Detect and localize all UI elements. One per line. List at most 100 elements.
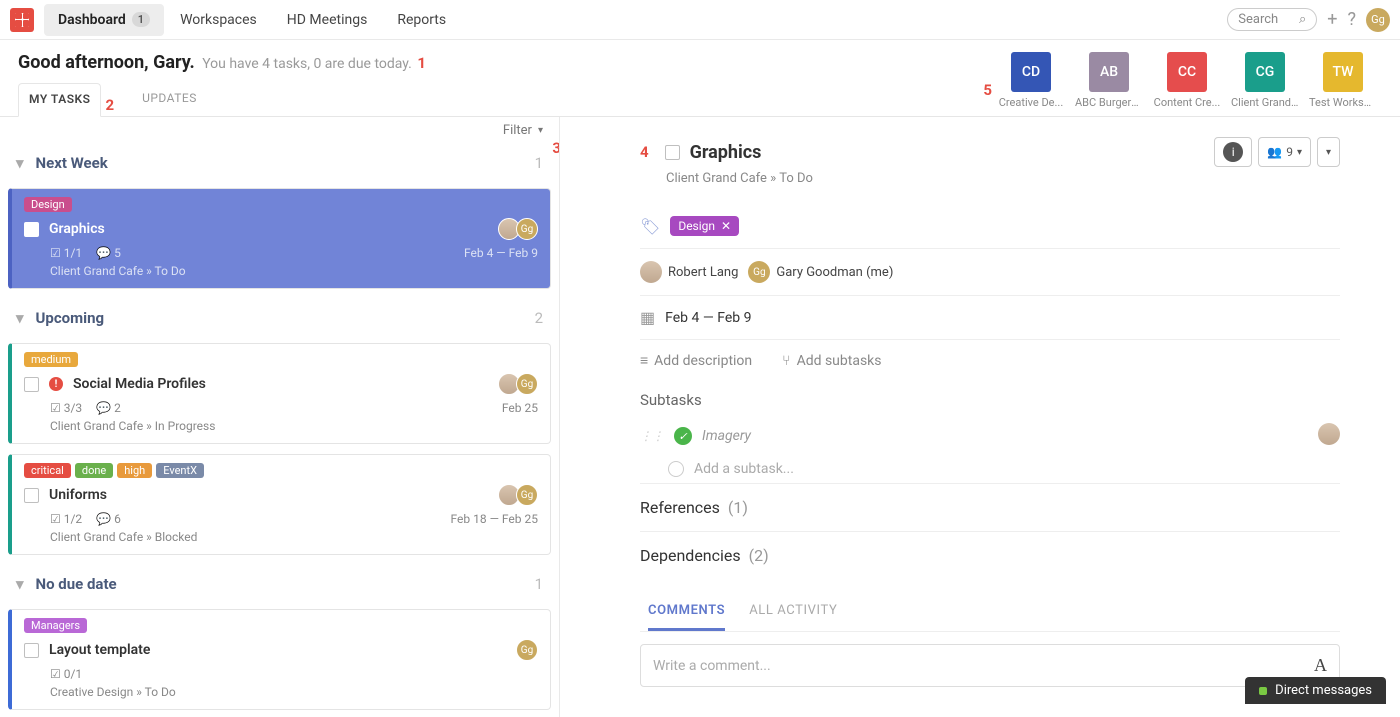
avatar: Gg: [516, 373, 538, 395]
avatar: Gg: [748, 261, 770, 283]
task-checkbox[interactable]: [665, 145, 680, 160]
add-description-button[interactable]: ≡Add description: [640, 352, 752, 369]
nav-tab-meetings[interactable]: HD Meetings: [273, 4, 382, 36]
workspace-tile[interactable]: CDCreative De...: [998, 52, 1064, 109]
chevron-down-icon: ▾: [16, 575, 24, 593]
tags-row: 🏷 Design ✕: [640, 204, 1340, 249]
tab-comments[interactable]: COMMENTS: [648, 593, 725, 631]
task-checkbox[interactable]: [24, 377, 39, 392]
search-icon: ⌕: [1299, 12, 1306, 27]
task-breadcrumb[interactable]: Client Grand Cafe » To Do: [666, 171, 1340, 186]
task-checkbox[interactable]: [24, 222, 39, 237]
ws-tile-box: AB: [1089, 52, 1129, 92]
search-input[interactable]: Search ⌕: [1227, 8, 1317, 31]
task-title: Social Media Profiles: [73, 376, 206, 392]
task-card[interactable]: criticaldonehighEventX Uniforms Gg ☑ 1/2…: [8, 454, 551, 555]
tab-activity[interactable]: ALL ACTIVITY: [749, 593, 837, 631]
task-title: Layout template: [49, 642, 150, 658]
section-heading[interactable]: ▾Next Week1: [0, 144, 559, 182]
task-card[interactable]: medium ! Social Media Profiles Gg ☑ 3/3 …: [8, 343, 551, 444]
annotation-1: 1: [417, 54, 426, 72]
section-title: No due date: [36, 575, 117, 593]
add-subtasks-button[interactable]: ⑂Add subtasks: [782, 353, 881, 369]
nav-tab-dashboard[interactable]: Dashboard 1: [44, 4, 164, 36]
date-row[interactable]: ▦ Feb 4 — Feb 9: [640, 296, 1340, 340]
watchers-button[interactable]: 👥 9 ▾: [1258, 137, 1311, 167]
task-meta: ☑ 1/1 💬 5 Feb 4 — Feb 9: [50, 246, 538, 260]
subtab-updates[interactable]: UPDATES: [132, 83, 207, 116]
format-icon[interactable]: A: [1314, 655, 1327, 676]
tag-design[interactable]: Design ✕: [670, 216, 739, 236]
task-card[interactable]: Managers Layout template Gg ☑ 0/1 Creati…: [8, 609, 551, 710]
more-button[interactable]: ▾: [1317, 137, 1340, 167]
nav-tab-label: Dashboard: [58, 12, 126, 28]
workspace-tile[interactable]: TWTest Worksp...: [1310, 52, 1376, 109]
workspace-tile[interactable]: CCContent Cre...: [1154, 52, 1220, 109]
user-avatar[interactable]: Gg: [1366, 8, 1390, 32]
task-path: Creative Design » To Do: [50, 685, 538, 699]
chevron-down-icon: ▾: [1326, 147, 1331, 158]
watchers-count: 9: [1286, 145, 1293, 159]
label: Direct messages: [1275, 683, 1372, 698]
plus-icon[interactable]: +: [1327, 9, 1337, 30]
annotation-5: 5: [983, 81, 992, 99]
assignee-avatars: Gg: [502, 484, 538, 506]
nav-tab-count: 1: [132, 12, 150, 27]
top-nav: Dashboard 1 Workspaces HD Meetings Repor…: [0, 0, 1400, 40]
assignee[interactable]: GgGary Goodman (me): [748, 261, 893, 283]
task-tag: Design: [24, 197, 72, 212]
close-icon[interactable]: ✕: [721, 219, 731, 233]
chevron-down-icon: ▾: [1297, 147, 1302, 158]
label: Dependencies: [640, 546, 741, 565]
nav-tab-reports[interactable]: Reports: [383, 4, 460, 36]
ws-tile-box: TW: [1323, 52, 1363, 92]
app-logo[interactable]: [10, 8, 34, 32]
chevron-down-icon: ▾: [538, 125, 543, 136]
annotation-4: 4: [640, 143, 649, 161]
main-split: Filter ▾ 3 ▾Next Week1 Design Graphics G…: [0, 117, 1400, 717]
subtask-item[interactable]: ⋮⋮ ✓ Imagery: [640, 417, 1340, 455]
tag-row: Design: [24, 197, 538, 212]
calendar-icon: ▦: [640, 308, 655, 327]
section-heading[interactable]: ▾Upcoming2: [0, 299, 559, 337]
task-checkbox[interactable]: [24, 643, 39, 658]
references-section[interactable]: References (1): [640, 483, 1340, 531]
add-subtask-input[interactable]: Add a subtask...: [640, 455, 1340, 483]
ws-tile-label: ABC Burgers...: [1075, 96, 1143, 109]
assignee-name: Robert Lang: [668, 265, 738, 280]
workspace-tile[interactable]: AB ABC Burgers...: [1076, 52, 1142, 109]
search-placeholder: Search: [1238, 12, 1278, 27]
ws-tile-label: Content Cre...: [1153, 96, 1221, 109]
task-checkbox[interactable]: [24, 488, 39, 503]
check-circle-icon[interactable]: ✓: [674, 427, 692, 445]
section-heading[interactable]: ▾ No due date 1: [0, 565, 559, 603]
empty-check-icon: [668, 461, 684, 477]
assignees-row: Robert Lang GgGary Goodman (me): [640, 249, 1340, 296]
task-card[interactable]: Design Graphics Gg ☑ 1/1 💬 5 Feb 4 — Feb…: [8, 188, 551, 289]
tag-icon: 🏷: [640, 217, 660, 236]
placeholder: Add a subtask...: [694, 461, 794, 477]
label: Add description: [654, 353, 752, 369]
comment-count: 💬 5: [96, 246, 121, 260]
info-button[interactable]: i: [1214, 137, 1252, 167]
filter-button[interactable]: Filter ▾ 3: [0, 117, 559, 144]
task-detail-pane: 4 Graphics i 👥 9 ▾ ▾ Client Grand Cafe »…: [560, 117, 1400, 717]
placeholder: Write a comment...: [653, 658, 771, 674]
dependencies-section[interactable]: Dependencies (2): [640, 531, 1340, 579]
comment-input[interactable]: Write a comment... A: [640, 644, 1340, 687]
drag-handle-icon[interactable]: ⋮⋮: [640, 429, 664, 443]
comment-tabs: COMMENTS ALL ACTIVITY: [640, 593, 1340, 632]
workspace-tile[interactable]: CGClient Grand...: [1232, 52, 1298, 109]
subtab-my-tasks[interactable]: MY TASKS: [18, 83, 101, 117]
info-icon: i: [1223, 142, 1243, 162]
task-tag: critical: [24, 463, 71, 478]
assignee[interactable]: Robert Lang: [640, 261, 738, 283]
ws-tile-label: Client Grand...: [1231, 96, 1299, 109]
section-count: 1: [535, 575, 543, 593]
help-icon[interactable]: ?: [1347, 9, 1356, 30]
nav-tab-workspaces[interactable]: Workspaces: [166, 4, 271, 36]
greeting-text: Good afternoon, Gary.: [18, 52, 195, 73]
direct-messages-bar[interactable]: Direct messages: [1245, 677, 1386, 704]
tag-text: Design: [678, 219, 715, 233]
section-title: Next Week: [36, 154, 108, 172]
